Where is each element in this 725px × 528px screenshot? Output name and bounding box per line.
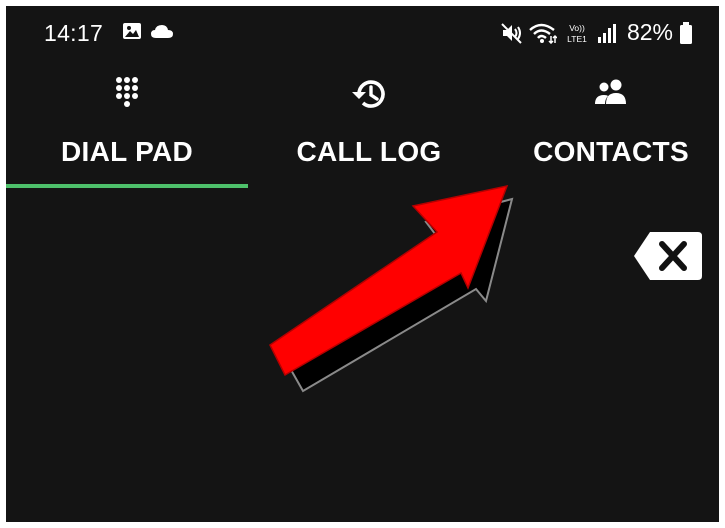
dialpad-icon bbox=[116, 77, 138, 107]
tab-bar: DIAL PAD CALL LOG CONTACTS bbox=[6, 64, 719, 188]
status-left-icons bbox=[122, 22, 174, 40]
signal-icon bbox=[597, 23, 616, 43]
volte-icon: Vo)) LTE1 bbox=[567, 23, 587, 44]
mute-icon bbox=[501, 22, 522, 44]
battery-icon bbox=[680, 21, 692, 44]
cloud-icon bbox=[151, 25, 173, 38]
annotation-arrow-shadow bbox=[284, 197, 514, 393]
tab-contacts-label: CONTACTS bbox=[533, 136, 689, 167]
tab-call-log[interactable]: CALL LOG bbox=[248, 64, 490, 188]
status-bar: 14:17 Vo)) LTE1 82% bbox=[6, 6, 719, 58]
tab-dial-pad[interactable]: DIAL PAD bbox=[6, 64, 248, 188]
tab-call-log-label: CALL LOG bbox=[296, 136, 442, 167]
tab-contacts[interactable]: CONTACTS bbox=[490, 64, 719, 188]
contacts-icon bbox=[595, 79, 626, 104]
history-icon bbox=[352, 80, 385, 108]
battery-percentage: 82% bbox=[626, 19, 673, 45]
gallery-icon bbox=[123, 23, 141, 39]
tab-dial-pad-label: DIAL PAD bbox=[60, 136, 194, 167]
wifi-icon bbox=[529, 23, 557, 44]
svg-text:LTE1: LTE1 bbox=[567, 34, 587, 44]
phone-screen: 14:17 Vo)) LTE1 82% DIAL PAD CALL LOG CO… bbox=[6, 6, 719, 522]
annotation-arrow-body bbox=[269, 184, 509, 377]
svg-text:Vo)): Vo)) bbox=[569, 23, 585, 33]
backspace-button[interactable] bbox=[632, 230, 704, 282]
status-time: 14:17 bbox=[44, 20, 104, 46]
tab-selected-indicator bbox=[6, 184, 248, 188]
status-right-icons: Vo)) LTE1 82% bbox=[501, 19, 693, 46]
